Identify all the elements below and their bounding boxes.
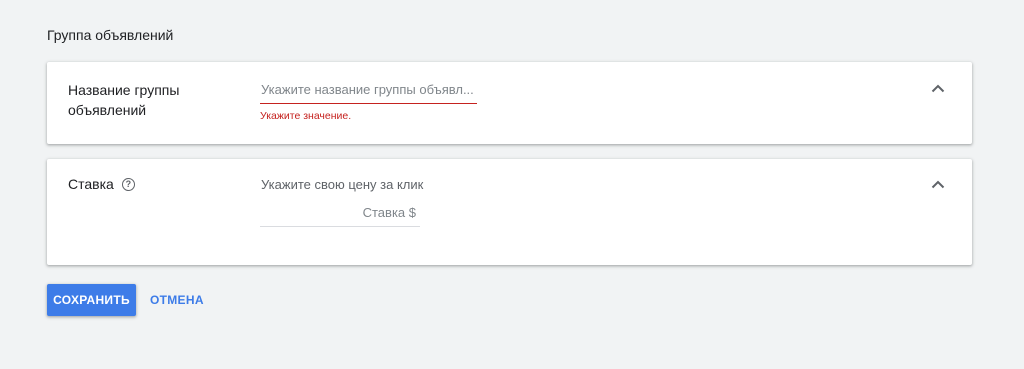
bid-input[interactable] [260, 203, 420, 227]
section-title: Группа объявлений [47, 27, 174, 43]
help-circle-icon[interactable]: ? [121, 177, 135, 191]
ad-group-name-field: Укажите значение. [260, 80, 477, 122]
ad-group-form-page: Группа объявлений Название группы объявл… [0, 0, 1024, 369]
bid-hint: Укажите свою цену за клик [261, 177, 424, 192]
bid-label-row: Ставка ? [68, 174, 135, 194]
ad-group-name-input[interactable] [260, 80, 477, 104]
bid-card: Ставка ? Укажите свою цену за клик [47, 159, 972, 265]
cancel-button[interactable]: ОТМЕНА [144, 284, 210, 316]
bid-label: Ставка [68, 176, 114, 192]
ad-group-name-label: Название группы объявлений [68, 82, 180, 118]
ad-group-name-error: Укажите значение. [260, 110, 352, 122]
save-button[interactable]: СОХРАНИТЬ [47, 284, 136, 316]
chevron-up-icon[interactable] [928, 174, 948, 194]
chevron-up-icon[interactable] [928, 78, 948, 98]
ad-group-name-card: Название группы объявлений Укажите значе… [47, 62, 972, 144]
